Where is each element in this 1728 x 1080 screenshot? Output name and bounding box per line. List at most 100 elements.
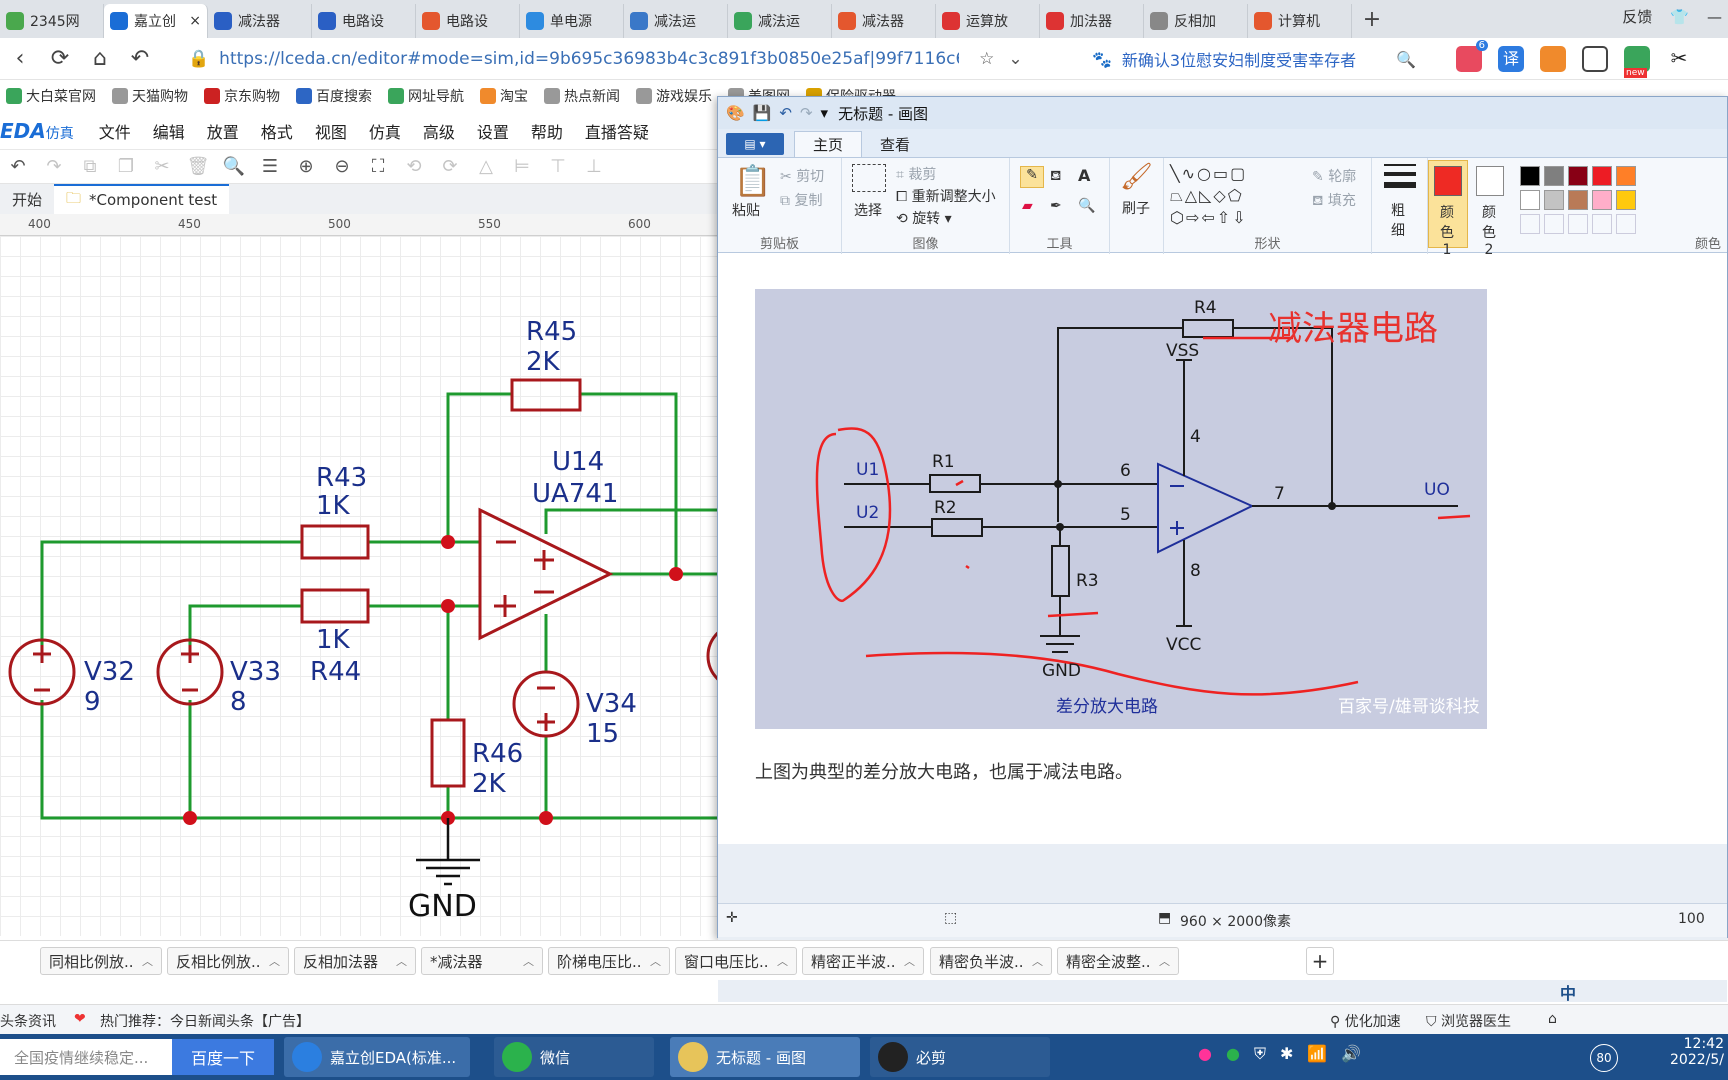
browser-tab[interactable]: 2345网 xyxy=(0,4,104,38)
tab-view[interactable]: 查看 xyxy=(862,131,928,157)
minimize-button[interactable]: — xyxy=(1707,8,1722,26)
palette-swatch-empty[interactable] xyxy=(1568,214,1588,234)
browser-tab[interactable]: 减法运 xyxy=(624,4,728,38)
chevron-up-icon[interactable]: ︿ xyxy=(1032,953,1043,969)
volume-icon[interactable]: 🔊 xyxy=(1341,1044,1361,1064)
wechat-tray-icon[interactable]: ● xyxy=(1226,1044,1240,1064)
eda-menu-item[interactable]: 格式 xyxy=(250,119,304,143)
sheet-tab[interactable]: *减法器 ︿ xyxy=(421,947,543,975)
brush-button[interactable]: 刷子 xyxy=(1122,198,1150,218)
browser-tab[interactable]: 减法器 xyxy=(208,4,312,38)
feedback-link[interactable]: 反馈 xyxy=(1622,6,1652,27)
resistor-r46[interactable] xyxy=(430,718,466,788)
home-icon[interactable]: ⌂ xyxy=(80,46,120,71)
apps-grid-icon[interactable] xyxy=(1582,46,1608,72)
palette-swatch-empty[interactable] xyxy=(1544,214,1564,234)
chevron-up-icon[interactable]: ︿ xyxy=(523,953,534,969)
search-icon[interactable]: 🔍 xyxy=(1396,50,1416,69)
rotate-button[interactable]: ⟲ 旋转 ▾ xyxy=(896,208,952,228)
shapes-gallery-row3[interactable]: ⬡⇨⇦⇧⇩ xyxy=(1170,208,1248,227)
palette-swatch-empty[interactable] xyxy=(1520,214,1540,234)
eda-menu-item[interactable]: 视图 xyxy=(304,119,358,143)
quick-access-dropdown-icon[interactable]: ▾ xyxy=(821,104,829,122)
resize-button[interactable]: ⧠ 重新调整大小 xyxy=(896,186,996,206)
eda-menu-item[interactable]: 设置 xyxy=(466,119,520,143)
browser-tab[interactable]: 电路设 xyxy=(416,4,520,38)
taskbar-app-eda[interactable]: 嘉立创EDA(标准... xyxy=(284,1037,470,1077)
paint-canvas[interactable]: R4 R1 R2 R3 VSS VCC GND 6 5 7 4 8 U1 U2 … xyxy=(718,254,1727,844)
close-tab-icon[interactable]: × xyxy=(189,13,201,29)
palette-swatch[interactable] xyxy=(1568,166,1588,186)
color2-group[interactable]: 颜色 2 xyxy=(1470,158,1510,258)
browser-tab[interactable]: 运算放 xyxy=(936,4,1040,38)
sheet-tab[interactable]: 精密全波整... ︿ xyxy=(1057,947,1179,975)
palette-swatch[interactable] xyxy=(1616,190,1636,210)
skin-icon[interactable]: 👕 xyxy=(1670,8,1689,26)
undo-close-icon[interactable]: ↶ xyxy=(120,46,160,71)
bookmark-item[interactable]: 大白菜官网 xyxy=(0,86,106,106)
clock[interactable]: 12:42 2022/5/ xyxy=(1664,1036,1724,1068)
eda-menu-item[interactable]: 仿真 xyxy=(358,119,412,143)
align-top-icon[interactable]: ⊤ xyxy=(540,153,576,181)
palette-swatch[interactable] xyxy=(1544,190,1564,210)
redo-icon[interactable]: ↷ xyxy=(36,153,72,181)
pencil-icon[interactable]: ✎ xyxy=(1020,166,1044,188)
select-icon[interactable] xyxy=(852,164,886,192)
paste-icon[interactable]: 📋 xyxy=(734,164,771,199)
file-menu-button[interactable]: ▤ ▾ xyxy=(726,133,784,155)
resistor-r43[interactable] xyxy=(300,524,370,560)
color-picker-icon[interactable]: ✒ xyxy=(1050,198,1062,214)
outline-button[interactable]: ✎ 轮廓 xyxy=(1312,166,1356,186)
palette-swatch[interactable] xyxy=(1520,166,1540,186)
zoom-out-icon[interactable]: ⊖ xyxy=(324,153,360,181)
address-bar[interactable]: 🔒 https://lceda.cn/editor#mode=sim,id=9b… xyxy=(188,42,1058,76)
fit-view-icon[interactable]: ⛶ xyxy=(360,153,396,181)
tab-component-test[interactable]: 🗀 *Component test xyxy=(54,184,230,214)
chevron-up-icon[interactable]: ︿ xyxy=(1159,953,1170,969)
back-icon[interactable]: ‹ xyxy=(0,46,40,71)
tray-icon[interactable]: ● xyxy=(1198,1044,1212,1064)
new-tab-button[interactable]: + xyxy=(1352,7,1392,32)
bookmark-item[interactable]: 天猫购物 xyxy=(106,86,198,106)
battery-indicator[interactable]: 80 xyxy=(1590,1044,1618,1072)
chevron-up-icon[interactable]: ︿ xyxy=(904,953,915,969)
bookmark-item[interactable]: 京东购物 xyxy=(198,86,290,106)
brush-icon[interactable]: 🖌 xyxy=(1120,162,1153,192)
taskbar-app-wechat[interactable]: 微信 xyxy=(494,1037,654,1077)
shopping-extension-icon[interactable]: 6 xyxy=(1456,40,1488,72)
tab-start[interactable]: 开始 xyxy=(0,184,54,214)
mini-icon[interactable]: ⌂ xyxy=(1548,1011,1557,1027)
browser-tab[interactable]: 减法运 xyxy=(728,4,832,38)
find-icon[interactable]: 🔍 xyxy=(216,153,252,181)
scissors-icon[interactable]: ✂ xyxy=(1666,46,1692,72)
browser-tab[interactable]: 单电源 xyxy=(520,4,624,38)
rotate-left-icon[interactable]: ⟲ xyxy=(396,153,432,181)
paste-icon[interactable]: ❐ xyxy=(108,153,144,181)
dropdown-icon[interactable]: ⌄ xyxy=(1008,49,1022,69)
palette-swatch-empty[interactable] xyxy=(1592,214,1612,234)
palette-swatch-empty[interactable] xyxy=(1616,214,1636,234)
palette-swatch[interactable] xyxy=(1592,190,1612,210)
browser-doctor-button[interactable]: ⛉ 浏览器医生 xyxy=(1426,1011,1511,1031)
schematic-canvas[interactable]: GND R45 2K R43 1K 1K R44 R46 2K U14 UA74… xyxy=(0,236,720,936)
save-icon[interactable]: 💾 xyxy=(753,104,772,122)
find-replace-icon[interactable]: ☰ xyxy=(252,153,288,181)
bookmark-item[interactable]: 网址导航 xyxy=(382,86,474,106)
color1-group[interactable]: 颜色 1 xyxy=(1428,158,1468,258)
color2-swatch[interactable] xyxy=(1476,166,1504,196)
search-button[interactable]: 百度一下 xyxy=(172,1039,274,1075)
eda-menu-item[interactable]: 文件 xyxy=(88,119,142,143)
flip-icon[interactable]: △ xyxy=(468,153,504,181)
cut-button[interactable]: ✂ 剪切 xyxy=(780,166,824,186)
star-icon[interactable]: ☆ xyxy=(979,49,994,69)
select-button[interactable]: 选择 xyxy=(854,200,882,220)
sheet-tab[interactable]: 精密负半波... ︿ xyxy=(930,947,1052,975)
news-link[interactable]: 头条资讯 xyxy=(0,1011,56,1031)
align-bottom-icon[interactable]: ⊥ xyxy=(576,153,612,181)
eda-menu-item[interactable]: 直播答疑 xyxy=(574,119,660,143)
magnifier-icon[interactable]: 🔍 xyxy=(1078,198,1095,214)
fill-bucket-icon[interactable]: ⛾ xyxy=(1050,168,1061,186)
sheet-tab[interactable]: 窗口电压比... ︿ xyxy=(675,947,797,975)
undo-icon[interactable]: ↶ xyxy=(779,104,792,122)
news-ticker[interactable]: 🐾 新确认3位慰安妇制度受害幸存者 🔍 xyxy=(1092,42,1432,76)
